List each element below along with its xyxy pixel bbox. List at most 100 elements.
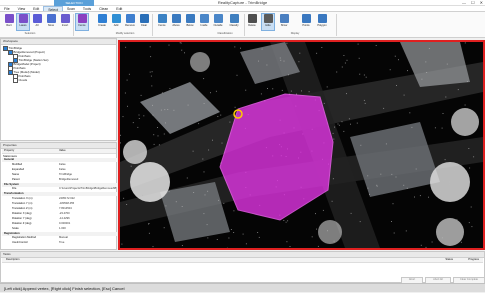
property-value[interactable]: TrimBridge [59,173,116,177]
property-name: Scale [12,227,42,231]
ribbon-button-label: None [45,24,57,27]
property-row[interactable]: Rotation Z (deg)0.000001 [2,222,117,226]
visibility-checkbox[interactable] [13,78,18,83]
property-row[interactable]: Scale 1.000 [2,227,117,231]
visibility-checkbox[interactable] [8,70,13,75]
ribbon-group-label: Selection [10,32,50,35]
property-row[interactable]: Translation X (m)2405172.022 [2,197,117,201]
property-value[interactable]: C:\Users\Projects\TrimBridge\BridgeRemov… [59,187,116,191]
ribbon-button-create[interactable]: Create [96,14,108,30]
property-value[interactable]: -23.4700 [59,212,116,216]
property-value[interactable]: Manual [59,236,116,240]
property-row[interactable]: ExpandedFalse [2,168,117,172]
ribbon-button-label: Hide [262,24,274,27]
fence-icon [78,14,87,23]
ribbon-button-above[interactable]: Above [170,14,182,30]
ribbon-button-delete[interactable]: Delete [246,14,258,30]
ribbon-button-clear[interactable]: Clear [138,14,150,30]
property-value[interactable]: False [59,168,116,172]
tree-item[interactable]: Clouds [13,78,27,83]
ribbon-tab[interactable]: Tools [79,6,95,11]
ribbon-tab[interactable]: Clean [95,6,112,11]
property-row[interactable]: FileC:\Users\Projects\TrimBridge\BridgeR… [2,187,117,191]
properties-panel: Properties Property Value Stationsets Ge… [0,142,117,250]
ribbon-tab[interactable]: Select [43,6,63,11]
ribbon-tab[interactable]: View [14,6,30,11]
clear-icon [140,14,149,23]
ribbon-button-invert[interactable]: Invert [59,14,71,30]
point-cloud-viewport[interactable] [118,40,485,250]
ribbon-button-label: Add [110,24,122,27]
property-section[interactable]: Transformation [2,192,117,196]
ribbon-button-lasso[interactable]: Lasso [17,14,29,30]
property-row[interactable]: Registration Method Manual [2,236,117,240]
property-value[interactable]: 0.000001 [59,222,116,226]
ribbon-tab[interactable]: Edit [112,6,126,11]
property-value[interactable]: 7.8014504 [59,207,116,211]
property-row[interactable]: Rotation X (deg)-23.4700 [2,212,117,216]
property-value[interactable]: False [59,163,116,167]
property-column-header[interactable]: Property [4,149,14,153]
ribbon-button-classify[interactable]: Classify [228,14,240,30]
ribbon-tab[interactable]: Scan [63,6,79,11]
visibility-checkbox[interactable] [3,46,8,51]
ribbon-button-label: Show [278,24,290,27]
ribbon-button-inside[interactable]: Inside [198,14,210,30]
property-value[interactable]: BridgeRemoved [59,178,116,182]
property-row[interactable]: Rotation Y (deg)-14.4296 [2,217,117,221]
property-row[interactable]: Translation Y (m)-183548.455 [2,202,117,206]
ribbon-button-polygon[interactable]: Polygon [316,14,328,30]
ribbon-button-show[interactable]: Show [278,14,290,30]
value-column-header[interactable]: Value [59,149,66,153]
progress-column-header[interactable]: Progress [468,258,479,262]
ribbon-button-all[interactable]: All [31,14,43,30]
property-value[interactable]: -183548.455 [59,202,116,206]
ribbon-button-add[interactable]: Add [110,14,122,30]
property-row[interactable]: Modified False [2,163,117,167]
project-tree-panel: Workspace TrimBridgeBridgeRemoved (Proje… [0,38,117,141]
property-section[interactable]: Registration [2,232,117,236]
ribbon-button-fence[interactable]: Fence [76,14,88,30]
remove-icon [126,14,135,23]
property-section[interactable]: General [2,158,117,162]
lasso-icon [19,14,28,23]
property-row[interactable]: Translation Z (m)7.8014504 [2,207,117,211]
property-value[interactable]: True [59,241,116,245]
property-name: Registration Method [12,236,42,240]
ribbon-button-points[interactable]: Points [300,14,312,30]
ribbon-group-label: Classification [190,32,260,35]
ribbon-separator [73,14,74,36]
ribbon-button-outside[interactable]: Outside [212,14,224,30]
property-value[interactable]: 2405172.022 [59,197,116,201]
points-icon [302,14,311,23]
ribbon-tab[interactable]: Edit [29,6,43,11]
ribbon-button-none[interactable]: None [45,14,57,30]
ribbon-tab[interactable]: File [0,6,14,11]
ribbon-button-below[interactable]: Below [184,14,196,30]
ribbon-button-rect[interactable]: Rect [3,14,15,30]
point-cloud-canvas[interactable] [120,42,483,248]
ribbon-button-hide[interactable]: Hide [262,14,274,30]
description-column-header[interactable]: Description [6,258,19,262]
property-row[interactable]: ParentBridgeRemoved [2,178,117,182]
outside-icon [214,14,223,23]
property-value[interactable]: -14.4296 [59,217,116,221]
status-column-header[interactable]: Status [445,258,453,262]
property-value[interactable]: 1.000 [59,227,116,231]
status-bar: [Left click] Append vertex, [Right click… [0,283,485,292]
property-name: Modified [12,163,42,167]
ribbon-button-label: Polygon [316,24,328,27]
project-tree-header: Workspace [1,39,116,45]
property-row[interactable]: NameTrimBridge [2,173,117,177]
ribbon-button-remove[interactable]: Remove [124,14,136,30]
property-name: Registration [4,232,34,236]
delete-icon [248,14,257,23]
ribbon-button-fence[interactable]: Fence [156,14,168,30]
property-name: UseInControl [12,241,42,245]
tree-item-label: Clouds [19,78,28,82]
property-row[interactable]: UseInControl True [2,241,117,245]
ribbon-button-label: Fence [76,24,88,27]
visibility-checkbox[interactable] [8,50,13,55]
property-section[interactable]: File System [2,183,117,187]
add-icon [112,14,121,23]
